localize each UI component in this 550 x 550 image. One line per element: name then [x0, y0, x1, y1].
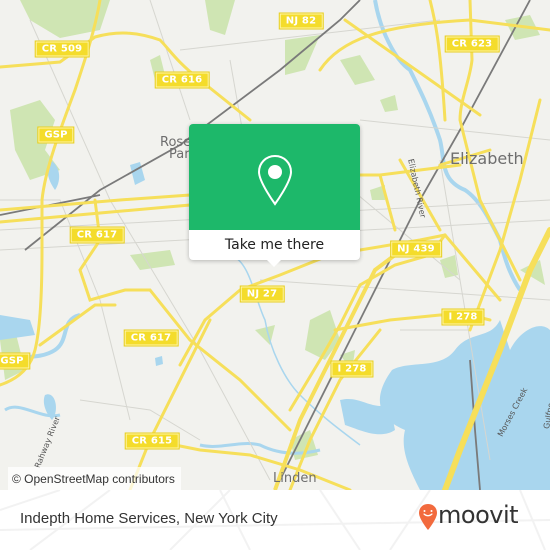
place-label-linden: Linden	[273, 471, 317, 486]
location-title: Indepth Home Services, New York City	[20, 510, 278, 527]
popup-pointer	[265, 258, 283, 267]
place-label-elizabeth: Elizabeth	[450, 149, 524, 168]
road-shield: CR 617	[69, 226, 125, 244]
road-shield: GSP	[37, 126, 75, 144]
road-shield: I 278	[441, 308, 485, 326]
popup-header	[189, 124, 360, 230]
road-shield: GSP	[0, 352, 31, 370]
place-label-line: Par	[169, 147, 190, 162]
take-me-there-button[interactable]: Take me there	[189, 230, 360, 260]
road-shield: CR 617	[123, 329, 179, 347]
moovit-wordmark: moovit	[438, 501, 519, 529]
place-label-roselle-park: Rose Par	[160, 136, 191, 162]
location-popup[interactable]: Take me there	[189, 124, 360, 267]
moovit-pin-icon	[419, 504, 437, 530]
road-shield: NJ 439	[390, 240, 442, 258]
road-shield: NJ 27	[239, 285, 285, 303]
road-shield: CR 623	[444, 35, 500, 53]
road-shield: NJ 82	[278, 12, 324, 30]
road-shield: CR 615	[124, 432, 180, 450]
road-shield: CR 509	[34, 40, 90, 58]
location-pin-icon	[257, 154, 293, 206]
map-attribution[interactable]: © OpenStreetMap contributors	[8, 467, 181, 490]
map-view[interactable]: Rose Par Elizabeth Linden Elizabeth Rive…	[0, 0, 550, 490]
road-shield: CR 616	[154, 71, 210, 89]
road-shield: I 278	[330, 360, 374, 378]
footer-bar: Indepth Home Services, New York City moo…	[0, 490, 550, 550]
